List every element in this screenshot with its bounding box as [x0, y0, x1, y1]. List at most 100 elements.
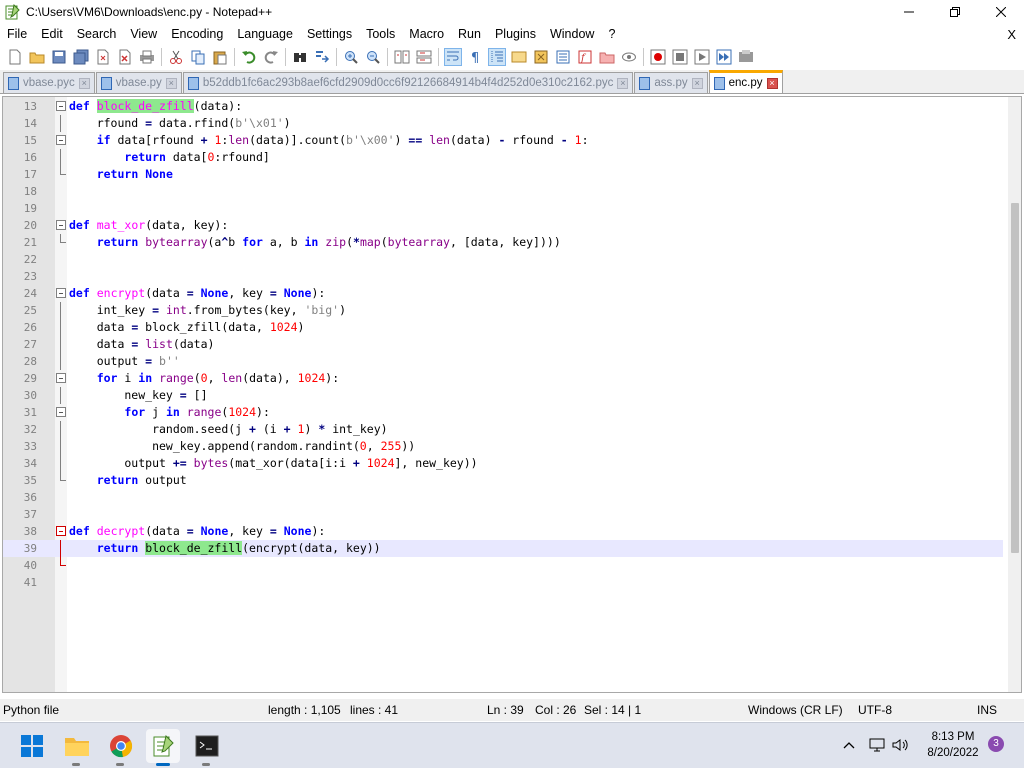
open-file-icon[interactable] [28, 48, 46, 66]
menu-search[interactable]: Search [70, 24, 124, 44]
show-all-chars-icon[interactable]: ¶ [466, 48, 484, 66]
scrollbar-thumb[interactable] [1011, 203, 1019, 553]
code-text[interactable]: new_key.append(random.randint(0, 255)) [69, 438, 415, 455]
cut-icon[interactable] [167, 48, 185, 66]
word-wrap-icon[interactable] [444, 48, 462, 66]
code-line[interactable]: 38 def decrypt(data = None, key = None): [3, 523, 1003, 540]
tab-enc-py[interactable]: enc.py × [708, 70, 783, 93]
fold-toggle-icon[interactable] [56, 526, 66, 536]
code-line[interactable]: 23 [3, 268, 1003, 285]
play-macro-icon[interactable] [693, 48, 711, 66]
close-file-icon[interactable] [94, 48, 112, 66]
code-line[interactable]: 41 [3, 574, 1003, 591]
code-text[interactable]: new_key = [] [69, 387, 207, 404]
save-macro-icon[interactable] [737, 48, 755, 66]
volume-icon[interactable] [892, 736, 910, 754]
code-line[interactable]: 20 def mat_xor(data, key): [3, 217, 1003, 234]
menu-language[interactable]: Language [230, 24, 300, 44]
code-text[interactable]: data = block_zfill(data, 1024) [69, 319, 305, 336]
code-text[interactable]: if data[rfound + 1:len(data)].count(b'\x… [69, 132, 589, 149]
fold-toggle-icon[interactable] [56, 101, 66, 111]
code-text[interactable]: return output [69, 472, 187, 489]
code-line[interactable]: 21 return bytearray(a^b for a, b in zip(… [3, 234, 1003, 251]
code-editor[interactable]: 13 def block_de_zfill(data): 14 rfound = d… [2, 96, 1022, 693]
terminal-icon[interactable] [190, 729, 224, 766]
redo-icon[interactable] [262, 48, 280, 66]
code-line[interactable]: 31 for j in range(1024): [3, 404, 1003, 421]
code-line[interactable]: 28 output = b'' [3, 353, 1003, 370]
code-text[interactable]: return None [69, 166, 173, 183]
code-line[interactable]: 22 [3, 251, 1003, 268]
new-file-icon[interactable] [6, 48, 24, 66]
copy-icon[interactable] [189, 48, 207, 66]
code-text[interactable]: return block_de_zfill(encrypt(data, key)… [69, 540, 381, 557]
print-icon[interactable] [138, 48, 156, 66]
doc-list-icon[interactable] [554, 48, 572, 66]
code-text[interactable]: return data[0:rfound] [69, 149, 269, 166]
code-text[interactable]: return bytearray(a^b for a, b in zip(*ma… [69, 234, 561, 251]
code-line[interactable]: 18 [3, 183, 1003, 200]
code-line[interactable]: 16 return data[0:rfound] [3, 149, 1003, 166]
code-line[interactable]: 29 for i in range(0, len(data), 1024): [3, 370, 1003, 387]
code-text[interactable]: def encrypt(data = None, key = None): [69, 285, 325, 302]
maximize-button[interactable] [932, 0, 978, 24]
function-list-icon[interactable]: f [576, 48, 594, 66]
zoom-in-icon[interactable] [342, 48, 360, 66]
tab-close-icon[interactable]: × [617, 77, 629, 89]
doc-map-icon[interactable] [532, 48, 550, 66]
code-text[interactable]: output = b'' [69, 353, 180, 370]
menu-plugins[interactable]: Plugins [488, 24, 543, 44]
fold-marker[interactable] [55, 98, 67, 115]
menu-help[interactable]: ? [601, 24, 622, 44]
code-line[interactable]: 37 [3, 506, 1003, 523]
zoom-out-icon[interactable] [364, 48, 382, 66]
tab-close-icon[interactable]: × [165, 77, 177, 89]
fold-marker[interactable] [55, 523, 67, 540]
code-line[interactable]: 24 def encrypt(data = None, key = None): [3, 285, 1003, 302]
fold-marker[interactable] [55, 132, 67, 149]
tab-close-icon[interactable]: × [766, 77, 778, 89]
tab-vbase-pyc[interactable]: vbase.pyc × [3, 72, 95, 93]
system-clock[interactable]: 8:13 PM 8/20/2022 [918, 729, 988, 761]
menu-run[interactable]: Run [451, 24, 488, 44]
status-eol[interactable]: Windows (CR LF) [748, 703, 843, 717]
fold-toggle-icon[interactable] [56, 220, 66, 230]
code-text[interactable]: data = list(data) [69, 336, 215, 353]
code-line[interactable]: 13 def block_de_zfill(data): [3, 98, 1003, 115]
menu-macro[interactable]: Macro [402, 24, 451, 44]
menu-settings[interactable]: Settings [300, 24, 359, 44]
close-button[interactable] [978, 0, 1024, 24]
status-insert-mode[interactable]: INS [977, 703, 997, 717]
code-line[interactable]: 33 new_key.append(random.randint(0, 255)… [3, 438, 1003, 455]
file-explorer-icon[interactable] [60, 729, 94, 766]
stop-macro-icon[interactable] [671, 48, 689, 66]
fold-marker[interactable] [55, 285, 67, 302]
start-icon[interactable] [15, 729, 49, 763]
code-line[interactable]: 27 data = list(data) [3, 336, 1003, 353]
code-line[interactable]: 34 output += bytes(mat_xor(data[i:i + 10… [3, 455, 1003, 472]
notepadpp-icon[interactable] [146, 729, 180, 766]
vertical-scrollbar[interactable] [1008, 97, 1021, 692]
fold-marker[interactable] [55, 217, 67, 234]
find-icon[interactable] [291, 48, 309, 66]
tab-close-icon[interactable]: × [691, 77, 703, 89]
tab-ass-py[interactable]: ass.py × [634, 72, 708, 93]
minimize-button[interactable] [886, 0, 932, 24]
record-macro-icon[interactable] [649, 48, 667, 66]
code-line[interactable]: 30 new_key = [] [3, 387, 1003, 404]
paste-icon[interactable] [211, 48, 229, 66]
fold-marker[interactable] [55, 370, 67, 387]
show-hidden-icons-chevron-icon[interactable] [840, 736, 858, 754]
tab-vbase-py[interactable]: vbase.py × [95, 72, 182, 93]
save-icon[interactable] [50, 48, 68, 66]
code-line[interactable]: 26 data = block_zfill(data, 1024) [3, 319, 1003, 336]
code-text[interactable]: def mat_xor(data, key): [69, 217, 228, 234]
code-line[interactable]: 19 [3, 200, 1003, 217]
monitoring-icon[interactable] [620, 48, 638, 66]
fold-toggle-icon[interactable] [56, 407, 66, 417]
code-text[interactable]: rfound = data.rfind(b'\x01') [69, 115, 291, 132]
run-macro-multiple-icon[interactable] [715, 48, 733, 66]
code-text[interactable]: random.seed(j + (i + 1) * int_key) [69, 421, 388, 438]
code-line[interactable]: 17 return None [3, 166, 1003, 183]
tab-close-icon[interactable]: × [78, 77, 90, 89]
